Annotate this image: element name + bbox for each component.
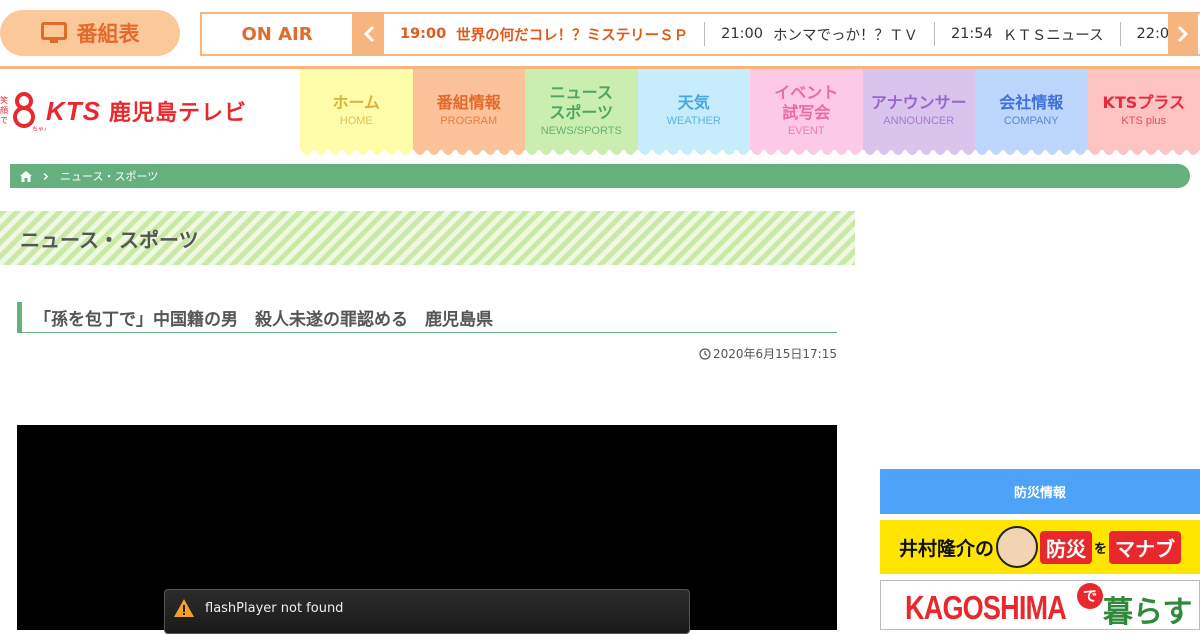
scallop-edge: [638, 148, 751, 156]
nav-label: KTSプラス: [1102, 93, 1185, 113]
nav-item-news-sports[interactable]: ニュース スポーツ NEWS/SPORTS: [525, 69, 638, 150]
scallop-edge: [300, 148, 413, 156]
site-header: 笑 顔 で ちゃん KTS 鹿児島テレビ ホーム HOME 番組情報 PROGRAM ニ…: [0, 66, 1200, 150]
clock-icon: [699, 348, 711, 360]
video-player[interactable]: flashPlayer not found: [17, 425, 837, 630]
tv-icon: [41, 22, 67, 44]
ticker-program-item[interactable]: 21:00 ホンマでっか！？ＴＶ: [705, 22, 935, 46]
svg-text:で: で: [0, 116, 8, 125]
ticker-prev-button[interactable]: [354, 14, 384, 54]
nav-label: 天気: [678, 93, 710, 113]
program-time: 21:00: [721, 26, 763, 42]
scallop-edge: [975, 148, 1088, 156]
onair-label: ON AIR: [202, 14, 354, 54]
program-title: ＫＴＳニュース: [1003, 24, 1104, 45]
onair-ticker: ON AIR 19:00 世界の何だコレ！？ミステリーＳＰ 21:00 ホンマでっか！…: [200, 12, 1200, 56]
nav-sublabel: ANNOUNCER: [883, 115, 954, 127]
program-title: 世界の何だコレ！？ミステリーＳＰ: [456, 24, 688, 45]
schedule-label: 番組表: [77, 18, 140, 48]
nav-sublabel: COMPANY: [1004, 115, 1059, 127]
scallop-edge: [525, 148, 638, 156]
disaster-info-button[interactable]: 防災情報: [880, 469, 1200, 514]
ticker-program-item[interactable]: 19:00 世界の何だコレ！？ミステリーＳＰ: [384, 22, 705, 46]
scallop-edge: [750, 148, 863, 156]
nav-sublabel: WEATHER: [667, 115, 721, 127]
nav-item-home[interactable]: ホーム HOME: [300, 69, 413, 150]
chevron-right-icon: [42, 171, 50, 182]
article-title: 「孫を包丁で」中国籍の男 殺人未遂の罪認める 鹿児島県: [17, 302, 837, 333]
breadcrumb: ニュース・スポーツ: [10, 164, 1190, 188]
top-bar: 番組表 ON AIR 19:00 世界の何だコレ！？ミステリーＳＰ 21:00 ホンマ…: [0, 0, 1200, 66]
nav-sublabel: HOME: [340, 115, 373, 127]
nav-label: ホーム: [332, 93, 380, 113]
nav-item-company[interactable]: 会社情報 COMPANY: [975, 69, 1088, 150]
ticker-program-item[interactable]: 22:00: [1121, 22, 1168, 46]
nav-sublabel: KTS plus: [1121, 115, 1166, 127]
mascot-logo-icon: 笑 顔 で ちゃん: [0, 89, 46, 133]
main-nav: ホーム HOME 番組情報 PROGRAM ニュース スポーツ NEWS/SPORTS 天気…: [300, 69, 1200, 150]
nav-item-announcer[interactable]: アナウンサー ANNOUNCER: [863, 69, 976, 150]
section-heading: ニュース・スポーツ: [0, 211, 855, 265]
presenter-face-icon: [996, 526, 1038, 568]
svg-text:笑: 笑: [0, 95, 8, 105]
ticker-program-item[interactable]: 21:54 ＫＴＳニュース: [935, 22, 1121, 46]
nav-label: アナウンサー: [871, 93, 967, 113]
scallop-edge: [863, 148, 976, 156]
nav-item-event[interactable]: イベント 試写会 EVENT: [750, 69, 863, 150]
section-title: ニュース・スポーツ: [20, 224, 199, 253]
scallop-edge: [413, 148, 526, 156]
svg-text:ちゃん: ちゃん: [32, 126, 46, 133]
scallop-edge: [1088, 148, 1200, 156]
logo-wordmark: KTS 鹿児島テレビ: [46, 95, 247, 127]
nav-label: 番組情報: [437, 93, 501, 113]
nav-item-kts-plus[interactable]: KTSプラス KTS plus: [1088, 69, 1200, 150]
nav-sublabel: PROGRAM: [440, 115, 497, 127]
chevron-left-icon: [363, 25, 375, 43]
article-date: 2020年6月15日17:15: [600, 345, 837, 362]
breadcrumb-current: ニュース・スポーツ: [60, 168, 158, 184]
site-logo[interactable]: 笑 顔 で ちゃん KTS 鹿児島テレビ: [0, 89, 270, 133]
ticker-next-button[interactable]: [1168, 14, 1198, 54]
program-time: 19:00: [400, 26, 446, 42]
warning-icon: [173, 598, 195, 618]
nav-item-program[interactable]: 番組情報 PROGRAM: [413, 69, 526, 150]
bousai-manabu-banner[interactable]: 井村隆介の 防災 を マナブ: [880, 520, 1200, 574]
nav-sublabel: EVENT: [788, 125, 825, 137]
chevron-right-icon: [1177, 25, 1189, 43]
kagoshima-living-banner[interactable]: KAGOSHIMA で 暮らす: [880, 580, 1200, 630]
program-title: ホンマでっか！？ＴＶ: [773, 24, 918, 45]
nav-item-weather[interactable]: 天気 WEATHER: [638, 69, 751, 150]
schedule-button[interactable]: 番組表: [0, 10, 180, 56]
home-icon[interactable]: [20, 171, 32, 182]
nav-label: ニュース スポーツ: [549, 83, 613, 123]
program-time: 21:54: [951, 26, 993, 42]
program-time: 22:00: [1137, 26, 1168, 42]
nav-sublabel: NEWS/SPORTS: [541, 125, 622, 137]
program-ticker: 19:00 世界の何だコレ！？ミステリーＳＰ 21:00 ホンマでっか！？ＴＶ 21:5…: [384, 14, 1168, 54]
nav-label: イベント 試写会: [774, 83, 838, 123]
svg-text:顔: 顔: [0, 105, 8, 115]
nav-label: 会社情報: [999, 93, 1063, 113]
flash-error-message: flashPlayer not found: [164, 589, 690, 634]
